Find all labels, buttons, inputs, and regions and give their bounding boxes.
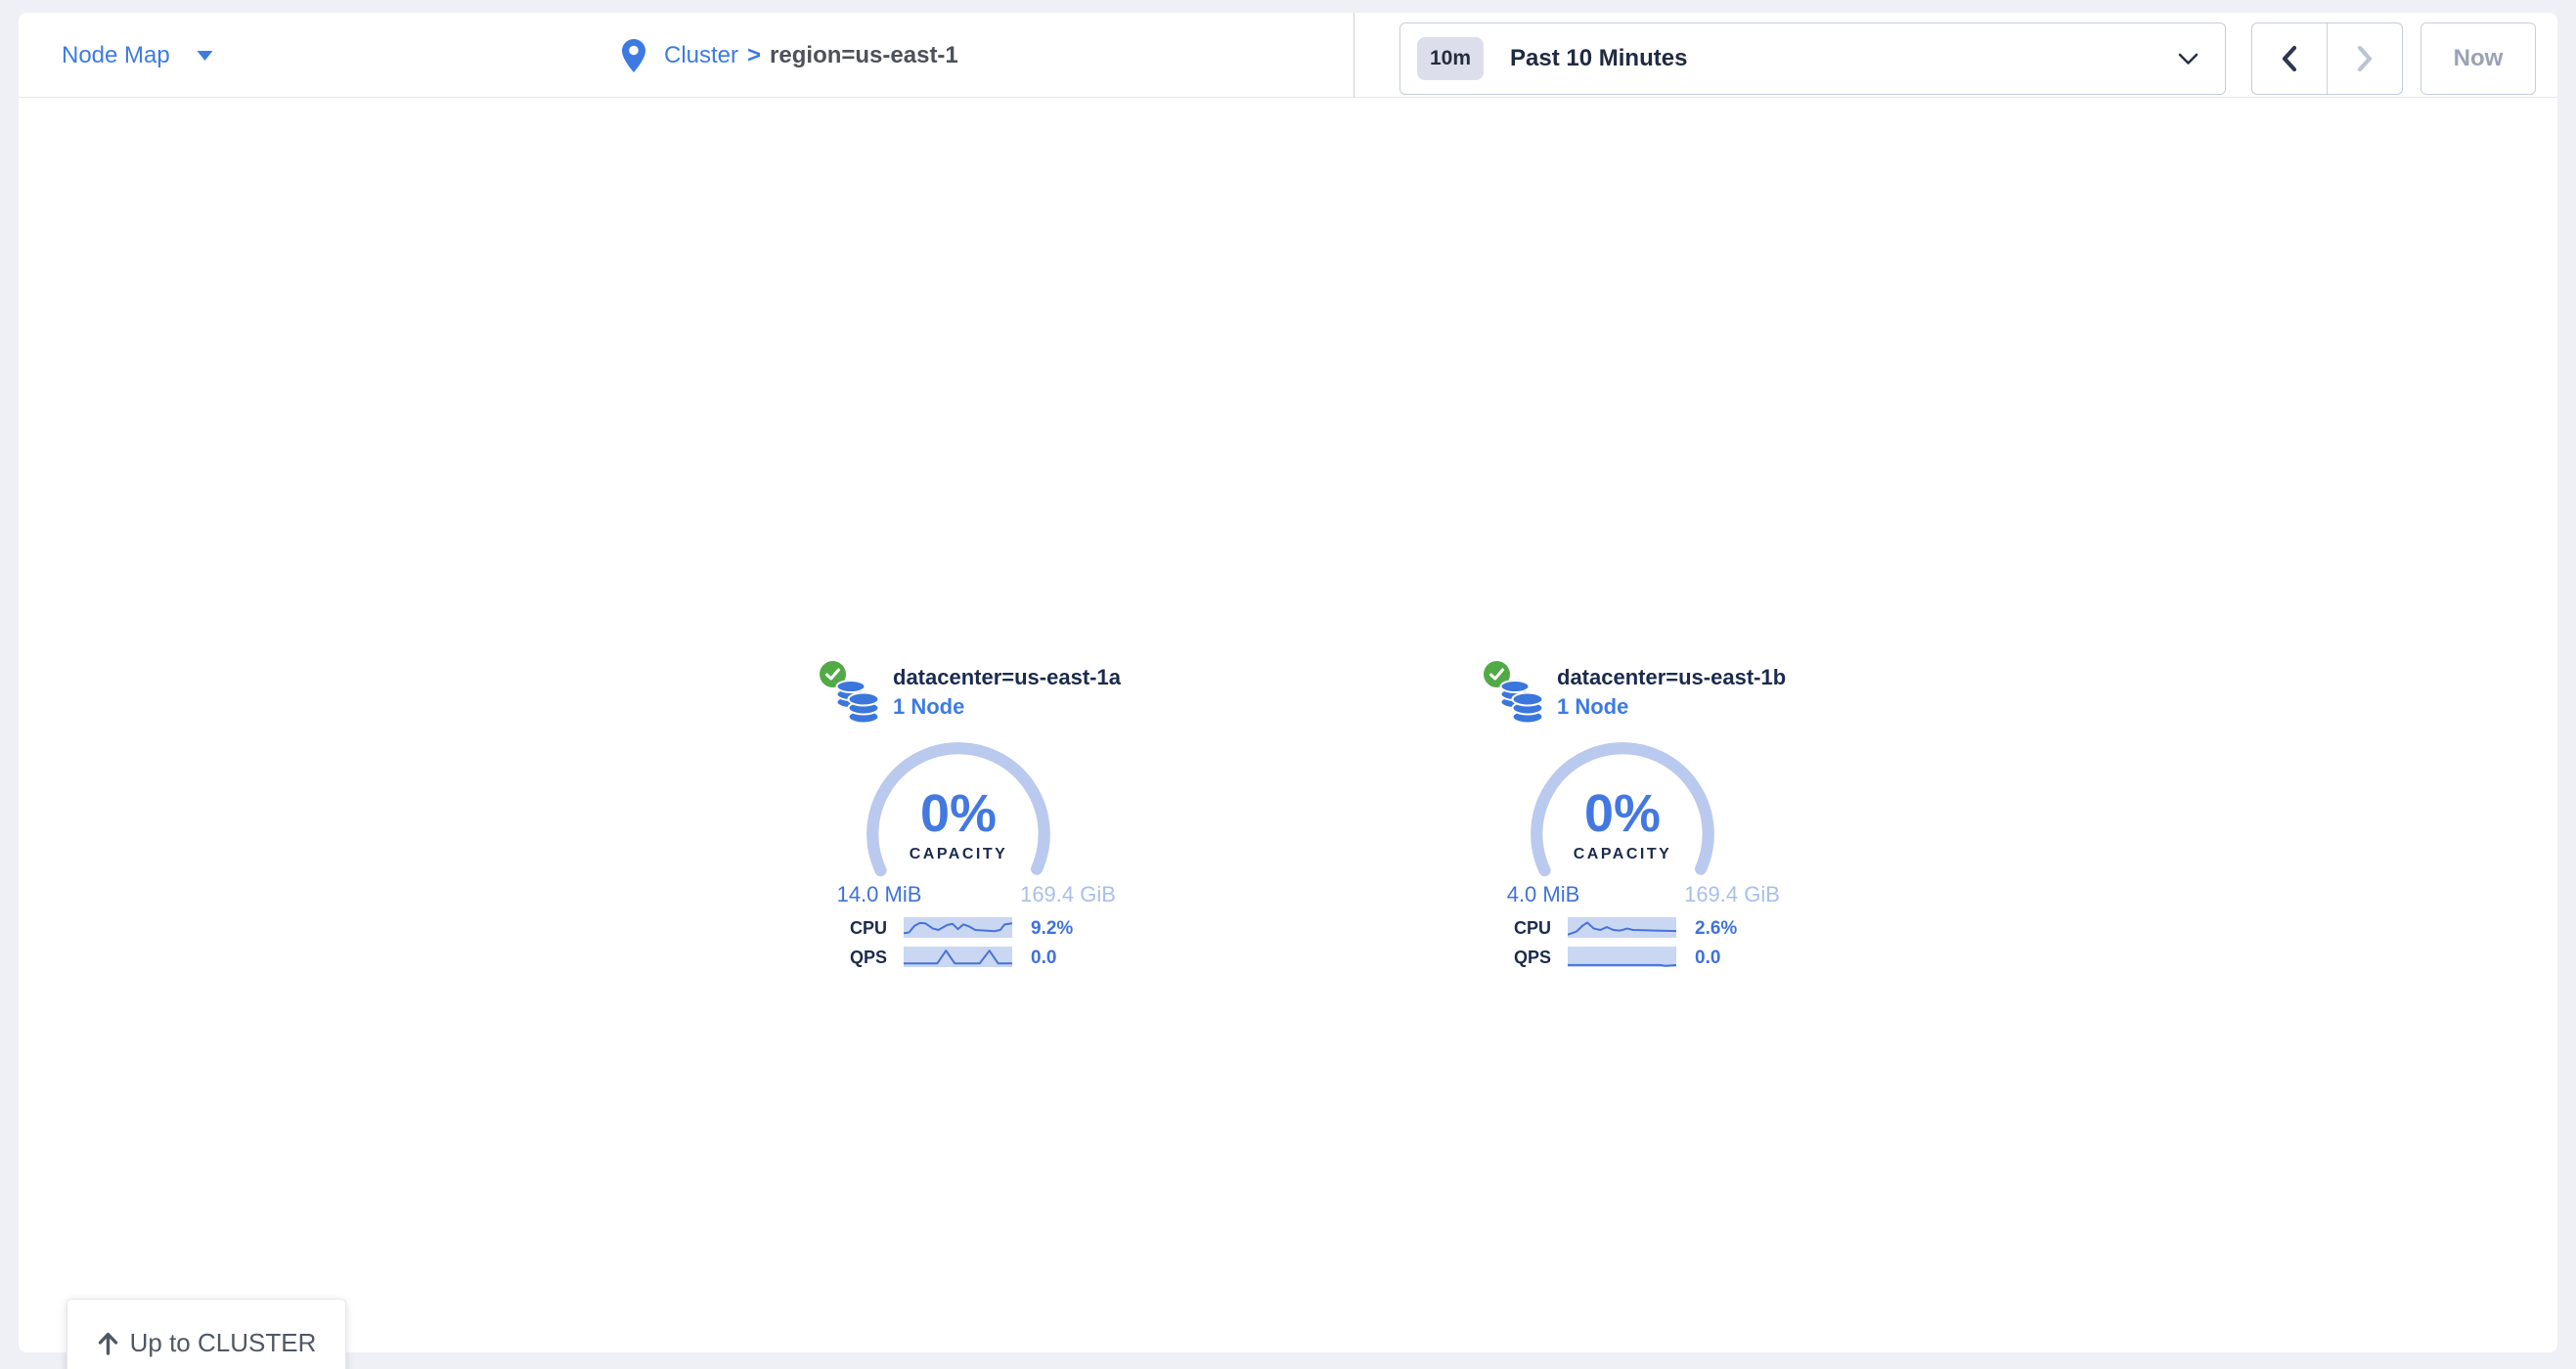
time-range-badge: 10m bbox=[1417, 37, 1484, 80]
now-button[interactable]: Now bbox=[2421, 22, 2536, 95]
cpu-sparkline bbox=[1568, 917, 1676, 938]
qps-label: QPS bbox=[1484, 948, 1551, 968]
chevron-left-icon bbox=[2279, 43, 2300, 74]
capacity-used: 4.0 MiB bbox=[1484, 882, 1603, 907]
time-range-dropdown[interactable]: 10m Past 10 Minutes bbox=[1399, 22, 2226, 95]
cpu-value: 9.2% bbox=[1031, 918, 1073, 940]
breadcrumb-cluster-link[interactable]: Cluster bbox=[664, 42, 738, 69]
capacity-caption: CAPACITY bbox=[859, 846, 1058, 863]
time-step-buttons bbox=[2251, 22, 2403, 95]
capacity-percent: 0% bbox=[859, 783, 1058, 844]
locality-title: datacenter=us-east-1a bbox=[893, 665, 1121, 690]
locality-card-us-east-1a[interactable]: datacenter=us-east-1a 1 Node 0% CAPACITY… bbox=[820, 659, 1152, 984]
cpu-label: CPU bbox=[820, 918, 887, 939]
capacity-percent: 0% bbox=[1523, 783, 1722, 844]
capacity-total: 169.4 GiB bbox=[1663, 882, 1801, 907]
view-selector-label: Node Map bbox=[62, 42, 170, 69]
breadcrumb-separator: > bbox=[747, 42, 761, 69]
cpu-value: 2.6% bbox=[1695, 918, 1737, 940]
qps-label: QPS bbox=[820, 948, 887, 968]
database-stack-icon bbox=[833, 675, 882, 730]
caret-down-icon bbox=[196, 50, 214, 62]
up-to-cluster-button[interactable]: Up to CLUSTER bbox=[67, 1299, 346, 1369]
node-map-canvas: datacenter=us-east-1a 1 Node 0% CAPACITY… bbox=[19, 99, 2557, 1352]
breadcrumb: Cluster > region=us-east-1 bbox=[622, 13, 958, 98]
location-pin-icon bbox=[622, 39, 645, 72]
view-selector-dropdown[interactable]: Node Map bbox=[62, 13, 214, 98]
cpu-label: CPU bbox=[1484, 918, 1551, 939]
header-divider bbox=[1354, 13, 1355, 97]
chevron-right-icon bbox=[2354, 43, 2376, 74]
locality-card-us-east-1b[interactable]: datacenter=us-east-1b 1 Node 0% CAPACITY… bbox=[1484, 659, 1816, 984]
time-forward-button[interactable] bbox=[2328, 23, 2402, 94]
header: Node Map Cluster > region=us-east-1 10m … bbox=[19, 13, 2557, 98]
breadcrumb-current: region=us-east-1 bbox=[770, 42, 958, 69]
qps-value: 0.0 bbox=[1031, 948, 1056, 969]
up-to-cluster-label: Up to CLUSTER bbox=[130, 1328, 317, 1358]
chevron-down-icon bbox=[2178, 53, 2198, 66]
database-stack-icon bbox=[1497, 675, 1546, 730]
arrow-up-icon bbox=[97, 1331, 119, 1355]
qps-value: 0.0 bbox=[1695, 948, 1720, 969]
locality-node-count: 1 Node bbox=[1557, 694, 1628, 720]
qps-sparkline bbox=[904, 947, 1012, 967]
capacity-used: 14.0 MiB bbox=[820, 882, 939, 907]
qps-sparkline bbox=[1568, 947, 1676, 967]
capacity-caption: CAPACITY bbox=[1523, 846, 1722, 863]
main-panel: Node Map Cluster > region=us-east-1 10m … bbox=[19, 13, 2557, 1352]
cpu-sparkline bbox=[904, 917, 1012, 938]
time-back-button[interactable] bbox=[2252, 23, 2328, 94]
capacity-total: 169.4 GiB bbox=[999, 882, 1137, 907]
time-range-label: Past 10 Minutes bbox=[1510, 45, 1687, 72]
locality-title: datacenter=us-east-1b bbox=[1557, 665, 1786, 690]
locality-node-count: 1 Node bbox=[893, 694, 964, 720]
